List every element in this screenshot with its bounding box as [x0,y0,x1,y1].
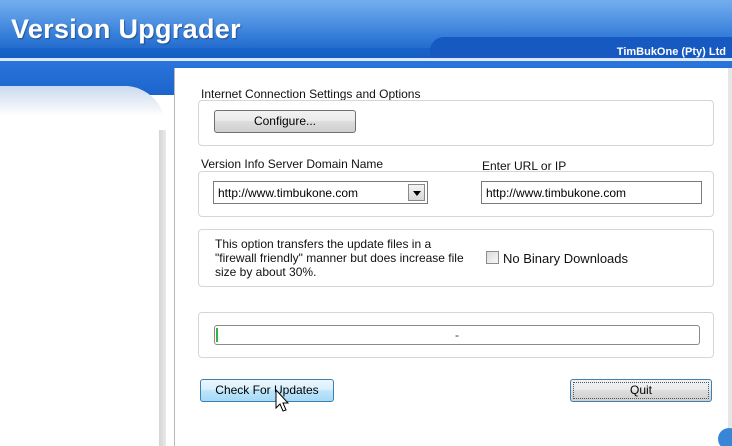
version-upgrader-window: Version Upgrader TimBukOne (Pty) Ltd Int… [0,0,732,446]
no-binary-downloads-label[interactable]: No Binary Downloads [503,251,628,266]
app-title: Version Upgrader [11,14,241,44]
progress-fill [216,328,218,342]
quit-button-focus-ring [573,382,709,399]
server-domain-label: Version Info Server Domain Name [201,157,384,171]
corner-decoration [718,428,732,446]
binary-option-description: This option transfers the update files i… [215,237,464,279]
url-input[interactable] [481,181,702,204]
sidebar [0,86,166,446]
quit-button[interactable]: Quit [570,379,712,402]
configure-button[interactable]: Configure... [214,110,356,133]
connection-settings-label: Internet Connection Settings and Options [201,87,421,101]
progress-status-text: - [455,328,459,342]
chevron-down-icon [413,191,421,196]
progress-bar: - [214,325,700,345]
check-for-updates-button[interactable]: Check For Updates [200,379,334,402]
sidebar-gradient [0,86,166,116]
dropdown-arrow-button[interactable] [408,184,425,201]
company-name: TimBukOne (Pty) Ltd [616,46,726,58]
sidebar-edge [159,130,166,446]
panel-right-edge [728,68,732,446]
server-domain-select[interactable]: http://www.timbukone.com [213,181,428,204]
mouse-pointer-icon [275,389,290,412]
no-binary-downloads-checkbox[interactable] [486,251,499,264]
server-domain-value: http://www.timbukone.com [218,186,359,200]
banner-divider [0,58,732,61]
